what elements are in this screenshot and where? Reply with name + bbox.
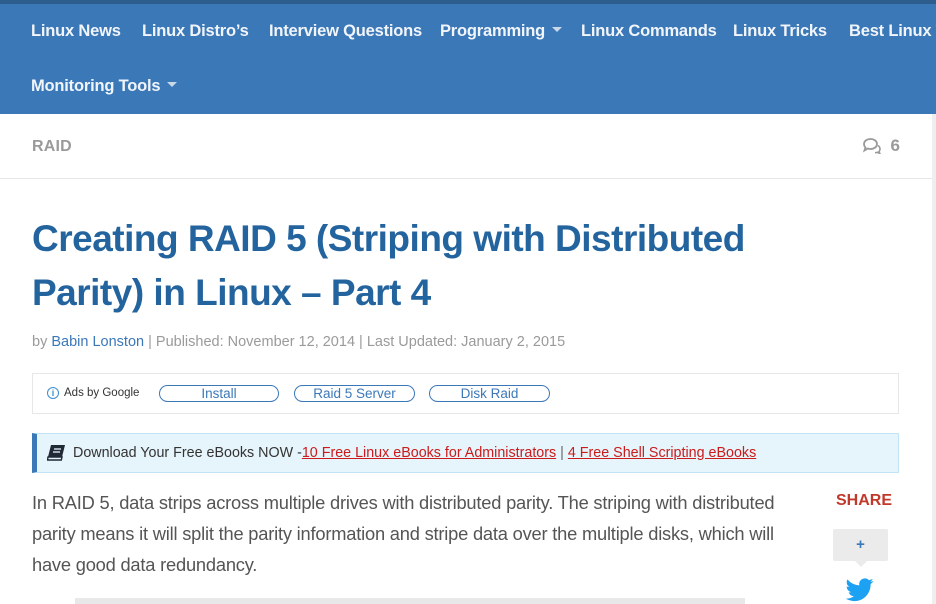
- ad-pill-disk-raid[interactable]: Disk Raid: [429, 385, 550, 402]
- ebook-lead-text: Download Your Free eBooks NOW -: [73, 444, 302, 461]
- ebook-link-linux-admins[interactable]: 10 Free Linux eBooks for Administrators: [302, 445, 556, 461]
- book-icon: [47, 445, 65, 461]
- article-byline: by Babin Lonston | Published: November 1…: [32, 334, 565, 350]
- nav-item-interview-questions[interactable]: Interview Questions: [269, 22, 422, 41]
- article-intro-paragraph: In RAID 5, data strips across multiple d…: [32, 492, 775, 575]
- main-navigation: Linux News Linux Distro’s Interview Ques…: [0, 4, 936, 114]
- comments-count: 6: [890, 136, 900, 155]
- ad-pill-install[interactable]: Install: [159, 385, 279, 402]
- published-date: | Published: November 12, 2014: [148, 334, 356, 350]
- share-plus-button[interactable]: +: [833, 529, 888, 567]
- ebook-link-shell-scripting[interactable]: 4 Free Shell Scripting eBooks: [568, 445, 756, 461]
- ad-pill-raid5-server[interactable]: Raid 5 Server: [294, 385, 415, 402]
- chevron-down-icon: [167, 82, 178, 88]
- nav-item-programming[interactable]: Programming: [440, 22, 563, 41]
- article-title: Creating RAID 5 (Striping with Distribut…: [32, 218, 745, 313]
- content-image-top-edge: [75, 598, 745, 604]
- byline-by: by: [32, 334, 48, 350]
- nav-item-linux-distros[interactable]: Linux Distro’s: [142, 22, 249, 41]
- page-edge-rule: [932, 114, 936, 604]
- comments-icon: [862, 138, 881, 154]
- chevron-down-icon: [552, 27, 563, 33]
- author-link[interactable]: Babin Lonston: [51, 334, 144, 350]
- nav-item-linux-tricks[interactable]: Linux Tricks: [733, 22, 827, 41]
- updated-date: | Last Updated: January 2, 2015: [359, 334, 566, 350]
- ads-bar: i Ads by Google Install Raid 5 Server Di…: [32, 373, 899, 414]
- ebook-banner: Download Your Free eBooks NOW - 10 Free …: [32, 433, 899, 473]
- share-label: SHARE: [836, 492, 893, 509]
- nav-item-monitoring-tools[interactable]: Monitoring Tools: [31, 77, 178, 96]
- nav-item-linux-news[interactable]: Linux News: [31, 22, 121, 41]
- info-icon: i: [47, 387, 59, 399]
- comments-count-link[interactable]: 6: [862, 136, 900, 156]
- ads-by-google[interactable]: i Ads by Google: [47, 387, 139, 399]
- nav-item-linux-commands[interactable]: Linux Commands: [581, 22, 717, 41]
- nav-item-best-linux[interactable]: Best Linux T: [849, 22, 936, 41]
- ebook-separator: |: [560, 444, 564, 461]
- ads-by-google-label: Ads by Google: [64, 387, 140, 399]
- twitter-icon: [845, 578, 874, 602]
- twitter-share-button[interactable]: [845, 578, 874, 604]
- category-bar: RAID 6: [0, 114, 936, 179]
- category-link-raid[interactable]: RAID: [32, 138, 72, 156]
